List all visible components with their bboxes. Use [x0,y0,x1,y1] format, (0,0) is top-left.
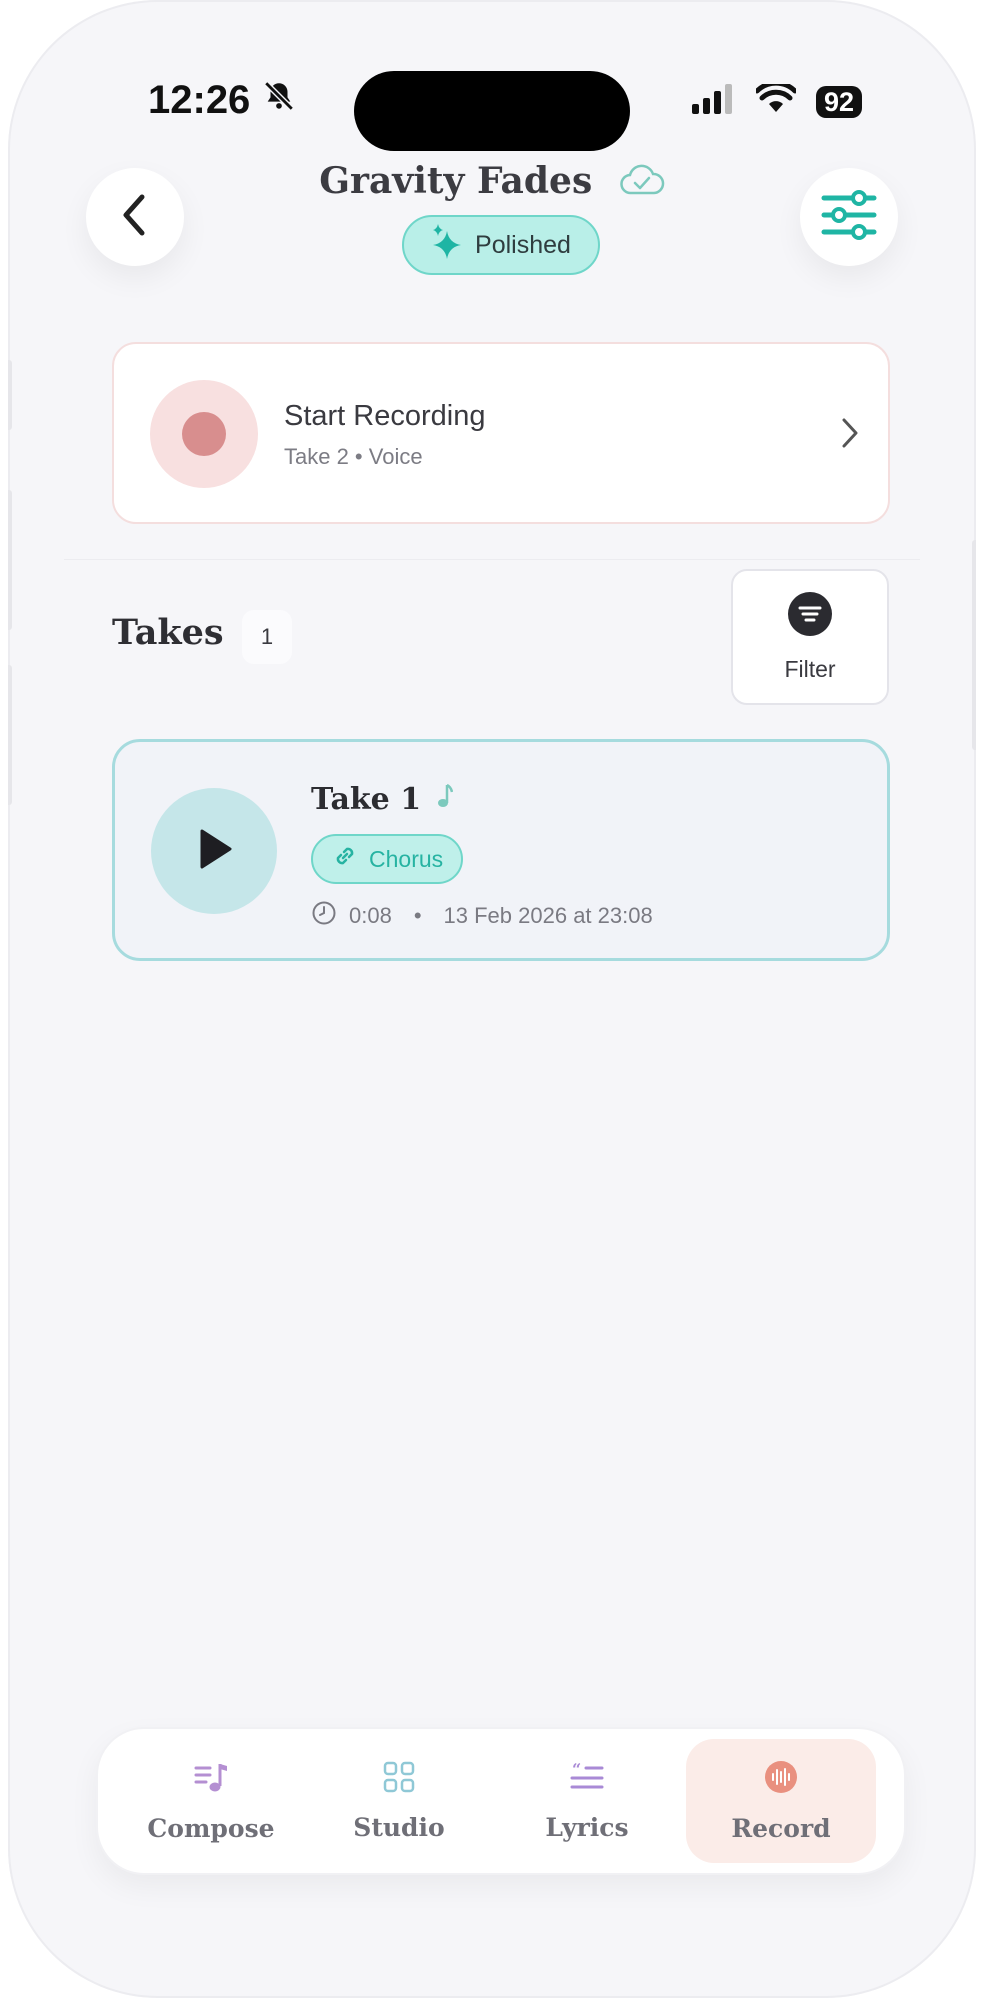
music-list-icon [194,1760,228,1800]
song-title-row: Gravity Fades [8,160,976,205]
svg-text:“: “ [572,1761,581,1779]
record-waveform-icon [764,1760,798,1800]
status-badge-label: Polished [475,230,571,259]
clock-icon [311,900,337,932]
record-dot-icon [150,380,258,488]
take-date: 13 Feb 2026 at 23:08 [443,903,653,928]
start-recording-title: Start Recording [284,400,486,432]
phone-screen: 12:26 92 Gravity Fades Polished Start Re… [8,0,976,1998]
start-recording-card[interactable]: Start Recording Take 2 • Voice [112,342,890,524]
start-recording-subtitle: Take 2 • Voice [284,444,423,469]
play-button[interactable] [151,788,277,914]
section-link-chip[interactable]: Chorus [311,834,464,884]
status-badge[interactable]: Polished [402,215,600,275]
tab-record[interactable]: Record [686,1739,876,1863]
take-card[interactable]: Take 1 Chorus 0:08 • 13 Feb 2026 at 23:0… [112,739,890,961]
tab-compose-label: Compose [147,1813,275,1843]
tab-record-label: Record [731,1813,831,1843]
status-icons: 92 [692,80,863,119]
chevron-right-icon [840,416,860,455]
side-button-left-1 [8,360,12,430]
filter-button[interactable]: Filter [731,569,889,705]
take-name: Take 1 [311,782,422,817]
status-time-text: 12:26 [148,78,251,122]
tab-studio-label: Studio [353,1812,445,1842]
wifi-icon [754,80,798,119]
link-icon [331,842,359,876]
tab-compose[interactable]: Compose [116,1739,306,1863]
tab-lyrics-label: Lyrics [545,1812,629,1842]
cloud-check-icon [619,163,665,205]
tab-lyrics[interactable]: “ Lyrics [492,1739,682,1863]
bottom-tab-bar: Compose Studio “ Lyrics Record [96,1727,906,1875]
signal-icon [692,84,736,119]
take-meta: 0:08 • 13 Feb 2026 at 23:08 [311,900,653,932]
take-name-row: Take 1 [311,782,454,817]
takes-count-badge: 1 [242,610,292,664]
bell-off-icon [262,78,296,123]
section-link-label: Chorus [369,845,444,872]
side-button-right [972,540,976,750]
music-note-icon [437,782,454,817]
section-divider [64,559,920,560]
battery-indicator: 92 [816,85,863,118]
filter-icon [788,591,832,642]
quote-lines-icon: “ [570,1760,604,1799]
status-time: 12:26 [148,78,296,123]
song-title: Gravity Fades [319,160,593,202]
take-duration: 0:08 [349,903,392,928]
side-button-left-3 [8,665,12,805]
meta-separator: • [413,903,422,928]
side-button-left-2 [8,490,12,630]
tab-studio[interactable]: Studio [304,1739,494,1863]
takes-heading: Takes [112,612,224,653]
grid-icon [383,1761,415,1799]
play-icon [194,827,234,876]
sparkles-icon [431,223,465,268]
dynamic-island [354,71,630,151]
filter-label: Filter [784,655,836,682]
